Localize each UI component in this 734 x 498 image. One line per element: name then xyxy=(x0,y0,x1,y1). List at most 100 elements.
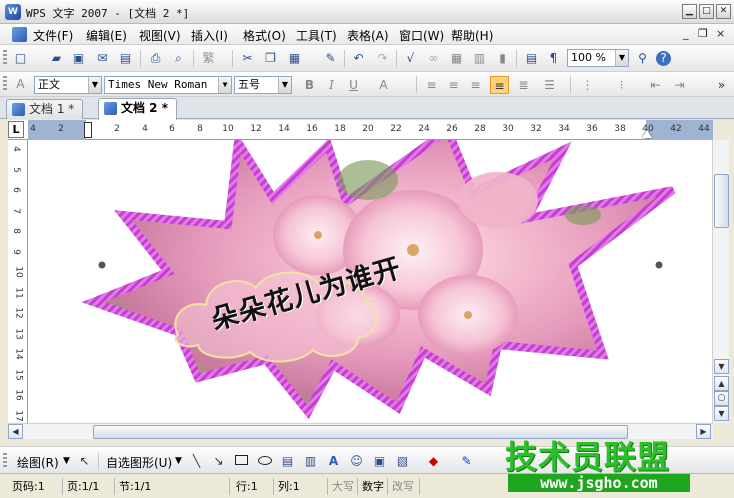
italic-button[interactable]: I xyxy=(322,76,341,94)
style-combo[interactable]: 正文 ▼ xyxy=(34,76,102,94)
underline-button[interactable]: U xyxy=(344,76,363,94)
zoom-combo[interactable]: 100 % ▼ xyxy=(567,49,629,67)
chevron-down-icon[interactable]: ▼ xyxy=(63,456,70,466)
new-document-icon[interactable]: □ xyxy=(12,50,29,67)
ellipse-icon[interactable] xyxy=(256,453,273,469)
paste-icon[interactable]: ▦ xyxy=(286,50,303,67)
horizontal-ruler[interactable]: 4 2 2 4 6 8 10 12 14 16 18 20 22 24 26 28 30 32 34 36 38 40 42… xyxy=(8,120,713,140)
menu-edit[interactable]: 编辑(E) xyxy=(86,27,127,44)
wps-app-icon[interactable]: W xyxy=(5,4,21,20)
numbering-icon[interactable]: ⋮ xyxy=(578,76,597,94)
bullets-icon[interactable]: ⁝ xyxy=(612,76,631,94)
toolbar-grip[interactable] xyxy=(3,76,7,92)
format-painter-icon[interactable]: ✎ xyxy=(322,50,339,67)
print-icon[interactable]: ⎙ xyxy=(147,50,164,67)
tab-stop-selector[interactable]: L xyxy=(8,121,24,138)
font-combo[interactable]: Times New Roman ▼ xyxy=(104,76,232,94)
chart-icon[interactable]: ▮ xyxy=(494,50,511,67)
find-icon[interactable]: ⚲ xyxy=(634,50,651,67)
tab-document-2[interactable]: 文档 2 * xyxy=(98,98,177,120)
undo-icon[interactable]: ↶ xyxy=(350,50,367,67)
right-indent-marker[interactable] xyxy=(642,130,652,138)
equation-icon[interactable]: √ xyxy=(402,50,419,67)
arrow-icon[interactable]: ↘ xyxy=(210,453,227,469)
next-page-button[interactable]: ▼ xyxy=(714,406,729,421)
bold-button[interactable]: B xyxy=(300,76,319,94)
vertical-scroll-thumb[interactable] xyxy=(714,174,729,228)
wordart-icon[interactable]: A xyxy=(325,453,342,469)
document-canvas[interactable]: 朵朵花儿为谁开 xyxy=(28,140,712,423)
maximize-button[interactable]: □ xyxy=(699,4,714,19)
export-pdf-icon[interactable]: ▤ xyxy=(117,50,134,67)
align-left-icon[interactable]: ≡ xyxy=(422,76,441,94)
decrease-indent-icon[interactable]: ⇤ xyxy=(646,76,665,94)
chevron-down-icon[interactable]: ▼ xyxy=(88,77,101,93)
previous-page-button[interactable]: ▲ xyxy=(714,376,729,391)
selection-handle-right[interactable] xyxy=(655,261,663,269)
style-pane-icon[interactable]: A xyxy=(12,76,29,93)
toolbar-grip[interactable] xyxy=(3,50,7,66)
vertical-textbox-icon[interactable]: ▥ xyxy=(302,453,319,469)
table-icon[interactable]: ▦ xyxy=(448,50,465,67)
mail-icon[interactable]: ✉ xyxy=(94,50,111,67)
align-center-icon[interactable]: ≡ xyxy=(444,76,463,94)
menu-help[interactable]: 帮助(H) xyxy=(451,27,493,44)
vertical-scrollbar[interactable]: ▼ ▲ ○ ▼ xyxy=(712,140,729,423)
line-color-icon[interactable]: ✎ xyxy=(458,453,475,469)
close-button[interactable]: ✕ xyxy=(716,4,731,19)
align-justify-icon[interactable]: ≡ xyxy=(490,76,509,94)
chevron-down-icon[interactable]: ▼ xyxy=(615,50,628,66)
browse-object-button[interactable]: ○ xyxy=(714,391,729,406)
open-folder-icon[interactable]: ▰ xyxy=(48,50,65,67)
document-map-icon[interactable]: ▤ xyxy=(523,50,540,67)
menu-table[interactable]: 表格(A) xyxy=(347,27,389,44)
toolbar-grip[interactable] xyxy=(3,453,7,469)
clipart-icon[interactable]: ☺ xyxy=(348,453,365,469)
scroll-down-button[interactable]: ▼ xyxy=(714,359,729,374)
status-caps[interactable]: 大写 xyxy=(328,478,358,495)
chevron-down-icon[interactable]: ▼ xyxy=(278,77,291,93)
draw-menu-button[interactable]: 绘图(R) xyxy=(17,454,59,471)
mdi-restore-button[interactable]: ❐ xyxy=(698,27,708,40)
tab-document-1[interactable]: 文档 1 * xyxy=(6,99,84,119)
rectangle-icon[interactable] xyxy=(233,453,250,469)
distributed-align-icon[interactable]: ≣ xyxy=(514,76,533,94)
menu-tools[interactable]: 工具(T) xyxy=(296,27,337,44)
status-num[interactable]: 数字 xyxy=(358,478,388,495)
insert-picture-icon[interactable]: ▧ xyxy=(394,453,411,469)
mdi-minimize-button[interactable]: _ xyxy=(683,27,689,40)
toolbar-overflow-icon[interactable]: » xyxy=(712,76,731,94)
hyperlink-icon[interactable]: ∞ xyxy=(425,50,442,67)
menu-format[interactable]: 格式(O) xyxy=(243,27,286,44)
status-overwrite[interactable]: 改写 xyxy=(388,478,420,495)
chevron-down-icon[interactable]: ▼ xyxy=(218,77,231,93)
columns-icon[interactable]: ▥ xyxy=(471,50,488,67)
autoshapes-menu-button[interactable]: 自选图形(U) xyxy=(106,454,172,471)
show-hide-icon[interactable]: ¶ xyxy=(545,50,562,67)
cut-icon[interactable]: ✂ xyxy=(239,50,256,67)
textbox-icon[interactable]: ▤ xyxy=(279,453,296,469)
font-color-button[interactable]: A xyxy=(374,76,393,94)
menu-window[interactable]: 窗口(W) xyxy=(399,27,444,44)
menu-insert[interactable]: 插入(I) xyxy=(191,27,228,44)
scroll-left-button[interactable]: ◀ xyxy=(8,424,23,439)
increase-indent-icon[interactable]: ⇥ xyxy=(670,76,689,94)
minimize-button[interactable]: ▁ xyxy=(682,4,697,19)
scroll-right-button[interactable]: ▶ xyxy=(696,424,711,439)
vertical-ruler[interactable]: 4 5 6 7 8 9 10 11 12 13 14 15 16 17 xyxy=(8,140,28,423)
indent-marker[interactable] xyxy=(84,122,92,138)
copy-icon[interactable]: ❐ xyxy=(262,50,279,67)
font-size-combo[interactable]: 五号 ▼ xyxy=(234,76,292,94)
line-icon[interactable]: ╲ xyxy=(188,453,205,469)
select-arrow-icon[interactable]: ↖ xyxy=(76,453,93,469)
selection-handle-left[interactable] xyxy=(98,261,106,269)
mdi-close-button[interactable]: × xyxy=(716,27,725,40)
menu-view[interactable]: 视图(V) xyxy=(139,27,181,44)
document-icon[interactable] xyxy=(12,27,27,42)
menu-file[interactable]: 文件(F) xyxy=(33,27,73,44)
redo-icon[interactable]: ↷ xyxy=(374,50,391,67)
line-spacing-icon[interactable]: ☰ xyxy=(540,76,559,94)
fill-color-icon[interactable]: ◆ xyxy=(425,453,442,469)
align-right-icon[interactable]: ≡ xyxy=(466,76,485,94)
picture-icon[interactable]: ▣ xyxy=(371,453,388,469)
